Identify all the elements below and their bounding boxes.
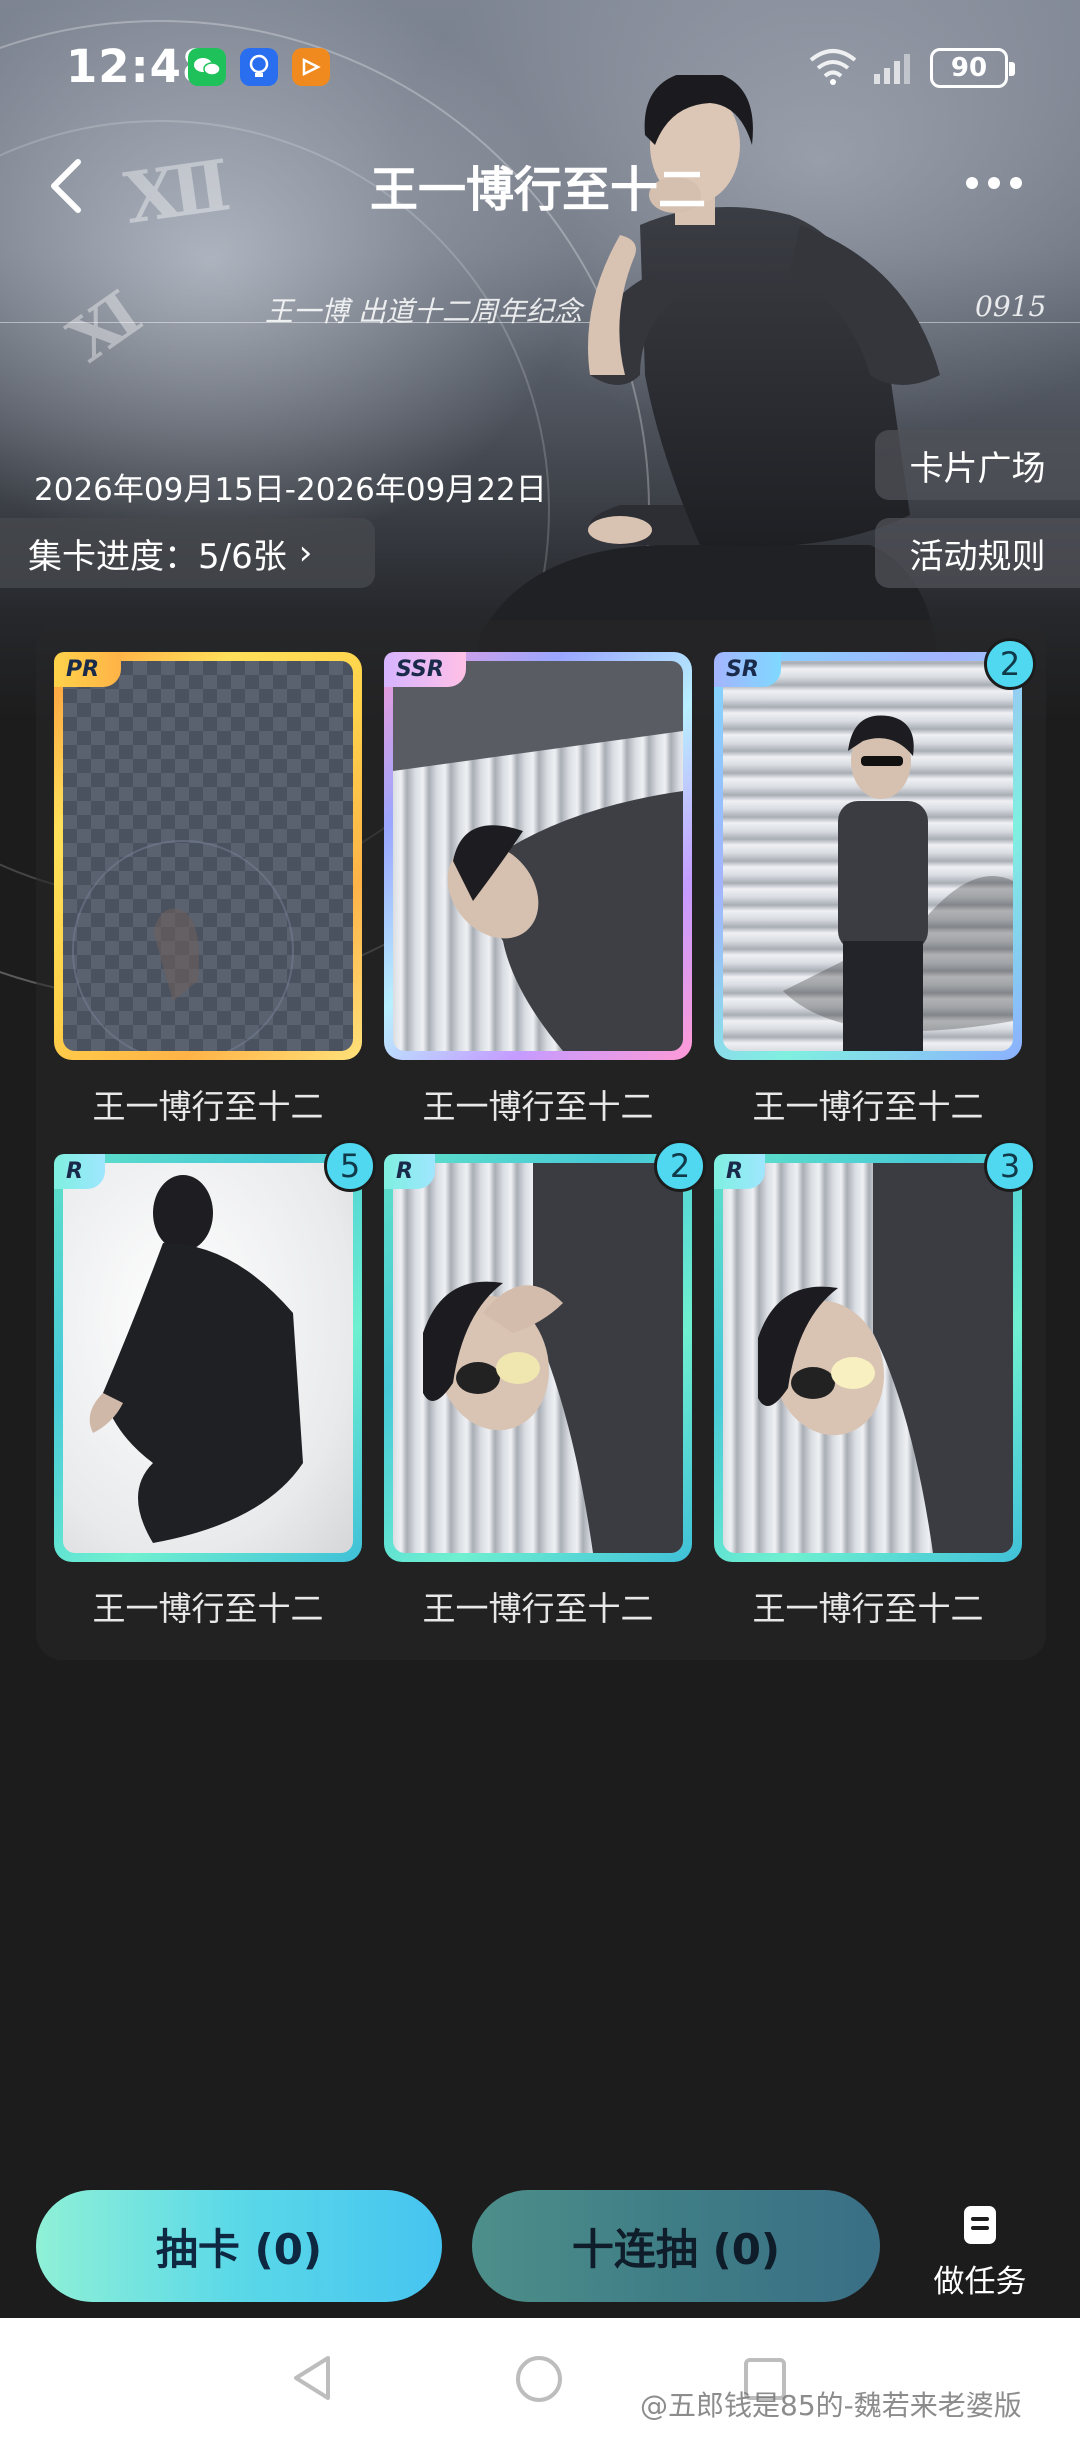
- roman-numeral-decoration: Ⅻ: [119, 143, 236, 240]
- weibo-watermark: @五郎钱是85的-魏若来老婆版: [640, 2389, 1022, 2422]
- nav-back-icon[interactable]: [290, 2354, 334, 2402]
- nav-home-icon[interactable]: [514, 2354, 564, 2404]
- wifi-icon: [809, 49, 857, 85]
- card-image: [63, 1163, 353, 1553]
- rarity-tag: R: [714, 1154, 765, 1189]
- card-image-locked: [63, 661, 353, 1051]
- anniversary-subtitle: 王一博 出道十二周年纪念: [265, 295, 582, 328]
- rarity-tag: PR: [54, 652, 122, 687]
- card-count-badge: 2: [984, 638, 1036, 690]
- card-r[interactable]: R 2: [384, 1140, 706, 1562]
- card-caption: 王一博行至十二: [752, 1087, 984, 1126]
- card-caption: 王一博行至十二: [422, 1087, 654, 1126]
- rarity-tag: R: [384, 1154, 435, 1189]
- status-bar: 12:48 90: [0, 0, 1080, 135]
- draw-card-label: 抽卡 (0): [155, 2224, 323, 2274]
- event-rules-label: 活动规则: [909, 536, 1046, 577]
- chevron-left-icon: [51, 159, 81, 213]
- more-options-button[interactable]: [966, 168, 1036, 198]
- signal-icon: [874, 54, 910, 84]
- progress-label: 集卡进度：5/6张: [28, 536, 287, 577]
- card-caption: 王一博行至十二: [422, 1589, 654, 1628]
- rarity-tag: SR: [714, 652, 781, 687]
- battery-icon: 90: [930, 48, 1015, 88]
- card-ssr[interactable]: SSR: [384, 652, 692, 1060]
- play-icon: [292, 48, 330, 86]
- anniversary-code: 0915: [975, 290, 1047, 323]
- chevron-right-icon: ›: [298, 533, 313, 573]
- card-caption: 王一博行至十二: [92, 1589, 324, 1628]
- card-caption: 王一博行至十二: [752, 1589, 984, 1628]
- wechat-icon: [188, 48, 226, 86]
- card-r[interactable]: R 5: [54, 1140, 376, 1562]
- card-count-badge: 2: [654, 1140, 706, 1192]
- draw-card-button[interactable]: 抽卡 (0): [36, 2190, 442, 2302]
- do-tasks-button[interactable]: 做任务: [920, 2200, 1040, 2300]
- card-plaza-label: 卡片广场: [909, 448, 1046, 489]
- card-count-badge: 3: [984, 1140, 1036, 1192]
- dot-icon: [988, 177, 1000, 189]
- do-tasks-label: 做任务: [933, 2264, 1027, 2300]
- rarity-tag: SSR: [384, 652, 466, 687]
- card-caption: 王一博行至十二: [92, 1087, 324, 1126]
- card-event-screen: Ⅻ Ⅺ 12:48 90 王一博行至十二 王一博 出道十二周年纪念 0915 2…: [0, 0, 1080, 2437]
- dot-icon: [1010, 177, 1022, 189]
- card-image: [393, 1163, 683, 1553]
- event-date-range: 2026年09月15日-2026年09月22日: [34, 472, 547, 508]
- task-list-icon: [964, 2206, 996, 2244]
- page-title: 王一博行至十二: [370, 162, 707, 218]
- card-image: [393, 661, 683, 1051]
- rarity-tag: R: [54, 1154, 105, 1189]
- collection-progress-button[interactable]: 集卡进度：5/6张 ›: [0, 518, 375, 588]
- ten-draw-button[interactable]: 十连抽 (0): [472, 2190, 880, 2302]
- ten-draw-label: 十连抽 (0): [571, 2224, 781, 2274]
- card-r[interactable]: R 3: [714, 1140, 1036, 1562]
- card-count-badge: 5: [324, 1140, 376, 1192]
- dot-icon: [966, 177, 978, 189]
- card-sr[interactable]: SR 2: [714, 638, 1036, 1060]
- card-image: [723, 1163, 1013, 1553]
- event-rules-button[interactable]: 活动规则: [875, 518, 1080, 588]
- card-pr[interactable]: PR: [54, 652, 362, 1060]
- card-plaza-button[interactable]: 卡片广场: [875, 430, 1080, 500]
- back-button[interactable]: [38, 150, 98, 220]
- bulb-icon: [240, 48, 278, 86]
- card-image: [723, 661, 1013, 1051]
